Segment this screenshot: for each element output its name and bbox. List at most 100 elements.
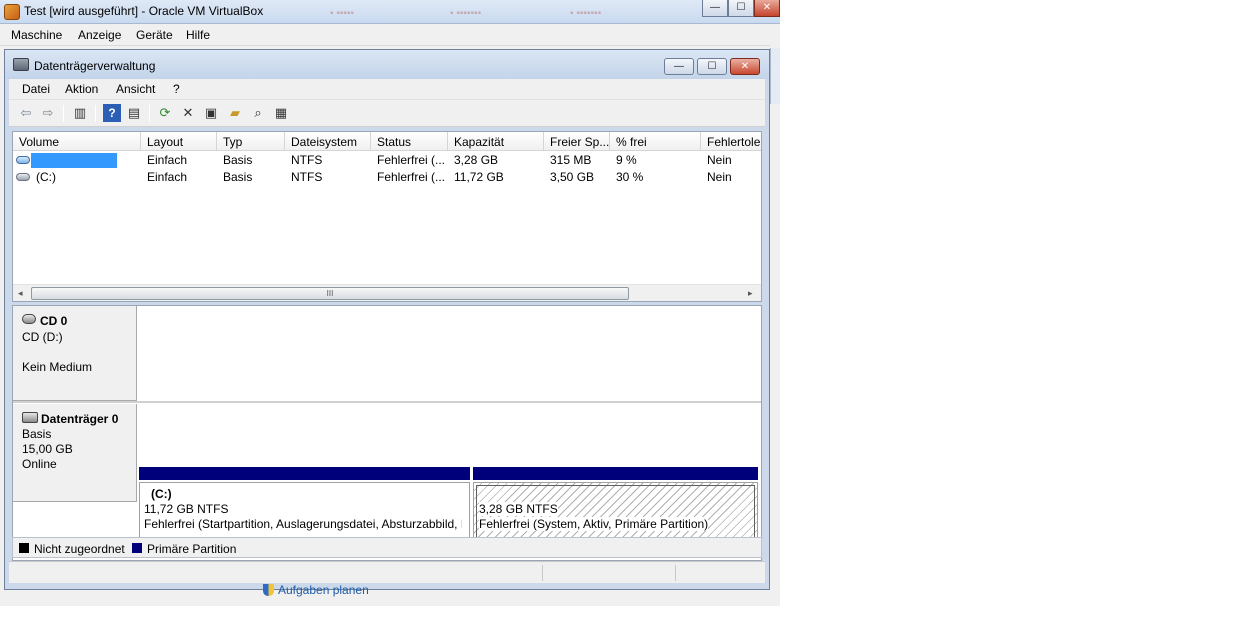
legend-primary: Primäre Partition	[147, 542, 237, 556]
volume-status: Fehlerfrei (...	[377, 170, 446, 184]
disk-graphical-view: CD 0 CD (D:) Kein Medium Datenträger 0 B…	[12, 305, 762, 561]
back-arrow-icon[interactable]: ⇦	[17, 104, 35, 122]
cd0-drive-letter: CD (D:)	[22, 330, 63, 344]
disk-settings-icon[interactable]: ▦	[272, 104, 290, 122]
delete-icon[interactable]: ✕	[179, 104, 197, 122]
cd0-name: CD 0	[40, 314, 68, 328]
disk0-size: 15,00 GB	[22, 442, 73, 456]
ghost-taskbar-item: ▪ ▪▪▪▪▪	[330, 8, 355, 19]
volume-name: (C:)	[36, 170, 56, 184]
partition-c-status: Fehlerfrei (Startpartition, Auslagerungs…	[144, 517, 462, 531]
volume-kapazitaet: 3,28 GB	[454, 153, 499, 167]
column-header-freier-speicher[interactable]: Freier Sp...	[544, 132, 610, 151]
disk0-name: Datenträger 0	[41, 412, 119, 426]
volume-status: Fehlerfrei (...	[377, 153, 446, 167]
menu-help[interactable]: ?	[173, 82, 180, 96]
disk-management-app-icon	[13, 58, 29, 71]
statusbar-divider	[675, 565, 676, 581]
background-task-link-label: Aufgaben planen	[278, 583, 369, 597]
volume-list-horizontal-scrollbar[interactable]: ◂ III ▸	[13, 284, 761, 301]
menu-hilfe[interactable]: Hilfe	[186, 28, 210, 42]
vbox-window-title: Test [wird ausgeführt] - Oracle VM Virtu…	[24, 4, 264, 18]
open-folder-icon[interactable]: ▰	[226, 104, 244, 122]
volume-prozent-frei: 9 %	[616, 153, 637, 167]
column-header-status[interactable]: Status	[371, 132, 448, 151]
partition-c-label: (C:)	[151, 487, 172, 501]
scrollbar-thumb[interactable]: III	[31, 287, 629, 300]
disk0-label-panel[interactable]: Datenträger 0 Basis 15,00 GB Online	[13, 404, 137, 502]
volume-typ: Basis	[223, 170, 253, 184]
vbox-close-button[interactable]: ✕	[754, 0, 780, 17]
legend-swatch-primary	[132, 543, 142, 553]
menu-datei[interactable]: Datei	[22, 82, 50, 96]
dm-maximize-button[interactable]: ☐	[697, 58, 727, 75]
volume-list-header: Volume Layout Typ Dateisystem Status Kap…	[13, 132, 761, 151]
column-header-fehlertoleranz[interactable]: Fehlertole	[701, 132, 761, 151]
menu-anzeige[interactable]: Anzeige	[78, 28, 121, 42]
partition-system-status: Fehlerfrei (System, Aktiv, Primäre Parti…	[479, 517, 709, 531]
volume-row[interactable]: (C:) Einfach Basis NTFS Fehlerfrei (... …	[13, 169, 761, 186]
column-header-layout[interactable]: Layout	[141, 132, 217, 151]
primary-partition-bar	[473, 467, 758, 480]
column-header-kapazitaet[interactable]: Kapazität	[448, 132, 544, 151]
vbox-maximize-button[interactable]: ☐	[728, 0, 754, 17]
dm-menubar: Datei Aktion Ansicht ?	[9, 79, 765, 99]
volume-dateisystem: NTFS	[291, 170, 323, 184]
volume-drive-icon	[16, 156, 30, 164]
volume-dateisystem: NTFS	[291, 153, 323, 167]
statusbar-divider	[542, 565, 543, 581]
menu-geraete[interactable]: Geräte	[136, 28, 173, 42]
forward-arrow-icon[interactable]: ⇨	[39, 104, 57, 122]
disk-row-separator	[13, 401, 761, 403]
volume-drive-icon	[16, 173, 30, 181]
shield-icon	[263, 584, 274, 596]
column-header-dateisystem[interactable]: Dateisystem	[285, 132, 371, 151]
properties-icon[interactable]: ▣	[202, 104, 220, 122]
background-window-strip	[0, 590, 203, 606]
show-hide-console-tree-icon[interactable]: ▥	[71, 104, 89, 122]
volume-name-selected[interactable]	[31, 153, 117, 168]
scroll-right-arrow-icon[interactable]: ▸	[748, 288, 753, 299]
cd0-label-panel[interactable]: CD 0 CD (D:) Kein Medium	[13, 306, 137, 401]
partition-legend: Nicht zugeordnet Primäre Partition	[12, 537, 762, 558]
dm-window-title: Datenträgerverwaltung	[34, 59, 156, 73]
refresh-icon[interactable]: ⟳	[156, 104, 174, 122]
find-icon[interactable]: ⌕	[249, 104, 267, 122]
menu-ansicht[interactable]: Ansicht	[116, 82, 155, 96]
column-header-typ[interactable]: Typ	[217, 132, 285, 151]
column-header-volume[interactable]: Volume	[13, 132, 141, 151]
scroll-left-arrow-icon[interactable]: ◂	[18, 288, 23, 299]
volume-freier-speicher: 315 MB	[550, 153, 592, 167]
dm-titlebar[interactable]: Datenträgerverwaltung — ☐ ✕	[5, 50, 769, 79]
volume-fehlertoleranz: Nein	[707, 153, 732, 167]
disk0-state: Online	[22, 457, 57, 471]
vbox-titlebar[interactable]: Test [wird ausgeführt] - Oracle VM Virtu…	[0, 0, 780, 24]
vbox-minimize-button[interactable]: —	[702, 0, 728, 17]
dm-minimize-button[interactable]: —	[664, 58, 694, 75]
toolbar-separator	[149, 105, 150, 122]
vbox-menubar: Maschine Anzeige Geräte Hilfe	[0, 25, 770, 46]
volume-fehlertoleranz: Nein	[707, 170, 732, 184]
volume-row[interactable]: Einfach Basis NTFS Fehlerfrei (... 3,28 …	[13, 152, 761, 169]
dm-toolbar: ⇦ ⇨ ▥ ? ▤ ⟳ ✕ ▣ ▰ ⌕ ▦	[9, 99, 765, 127]
primary-partition-bar	[139, 467, 470, 480]
dm-close-button[interactable]: ✕	[730, 58, 760, 75]
disk-management-window: Datenträgerverwaltung — ☐ ✕ Datei Aktion…	[4, 49, 770, 590]
volume-layout: Einfach	[147, 170, 188, 184]
ghost-taskbar-item: ▪ ▪▪▪▪▪▪▪	[570, 8, 602, 19]
toolbar-separator	[95, 105, 96, 122]
hard-disk-icon	[22, 412, 38, 423]
column-header-prozent-frei[interactable]: % frei	[610, 132, 701, 151]
disk0-type: Basis	[22, 427, 52, 441]
ghost-taskbar-item: ▪ ▪▪▪▪▪▪▪	[450, 8, 482, 19]
dm-statusbar	[9, 561, 765, 583]
cd-drive-icon	[22, 314, 36, 324]
background-task-link[interactable]: Aufgaben planen	[263, 583, 369, 597]
menu-aktion[interactable]: Aktion	[65, 82, 98, 96]
console-view-icon[interactable]: ▤	[125, 104, 143, 122]
volume-list: Volume Layout Typ Dateisystem Status Kap…	[12, 131, 762, 302]
menu-maschine[interactable]: Maschine	[11, 28, 62, 42]
volume-freier-speicher: 3,50 GB	[550, 170, 595, 184]
help-icon[interactable]: ?	[103, 104, 121, 122]
volume-prozent-frei: 30 %	[616, 170, 644, 184]
